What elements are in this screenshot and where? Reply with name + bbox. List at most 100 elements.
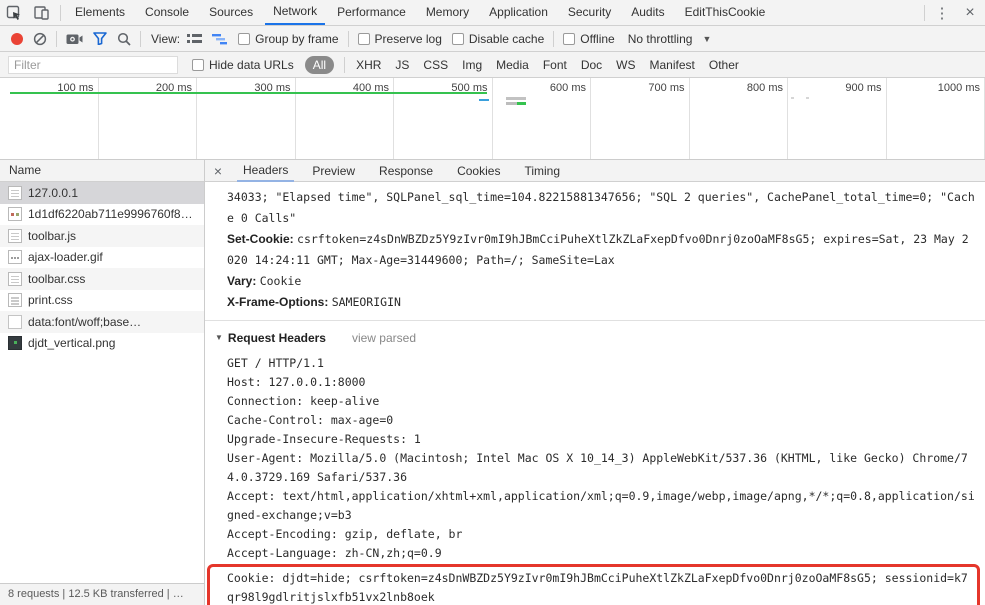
- filter-type-font[interactable]: Font: [543, 58, 567, 72]
- tab-timing[interactable]: Timing: [518, 160, 566, 182]
- tick-label: 700 ms: [591, 78, 690, 159]
- section-divider: [205, 320, 985, 321]
- group-by-frame-checkbox[interactable]: Group by frame: [238, 31, 339, 46]
- filter-type-other[interactable]: Other: [709, 58, 739, 72]
- request-row[interactable]: djdt_vertical.png: [0, 333, 204, 355]
- tab-response[interactable]: Response: [373, 160, 439, 182]
- inspect-element-icon[interactable]: [0, 0, 28, 25]
- offline-checkbox[interactable]: Offline: [563, 32, 615, 46]
- name-column-header[interactable]: Name: [0, 160, 204, 182]
- tab-editthiscookie[interactable]: EditThisCookie: [677, 0, 774, 25]
- throttling-value: No throttling: [627, 31, 693, 46]
- filter-type-css[interactable]: CSS: [423, 58, 448, 72]
- tick-label: 100 ms: [0, 78, 99, 159]
- document-icon: [8, 271, 22, 286]
- checkbox-icon: [192, 58, 204, 71]
- search-button[interactable]: [117, 32, 131, 46]
- funnel-icon: [93, 32, 107, 45]
- request-row[interactable]: ajax-loader.gif: [0, 247, 204, 269]
- device-toolbar-icon[interactable]: [28, 0, 56, 25]
- overview-request-bar: [506, 97, 526, 100]
- filter-type-media[interactable]: Media: [496, 58, 529, 72]
- record-button[interactable]: [11, 32, 23, 45]
- throttling-dropdown[interactable]: No throttling ▼: [628, 32, 712, 46]
- filter-input[interactable]: [8, 55, 178, 74]
- show-overview-toggle-button[interactable]: [212, 33, 228, 45]
- request-row[interactable]: 127.0.0.1: [0, 182, 204, 204]
- network-filter-bar: Hide data URLs All XHR JS CSS Img Media …: [0, 52, 985, 78]
- document-icon: [8, 228, 22, 243]
- overview-load-line: [10, 92, 487, 94]
- server-timing-value-overflow: 34033; "Elapsed time", SQLPanel_sql_time…: [227, 190, 975, 225]
- tab-cookies[interactable]: Cookies: [451, 160, 506, 182]
- kebab-menu-icon[interactable]: ⋮: [929, 4, 955, 22]
- clear-button[interactable]: [33, 32, 47, 46]
- list-view-icon: [187, 33, 203, 43]
- preserve-log-checkbox[interactable]: Preserve log: [357, 31, 442, 46]
- header-value: Cookie: [259, 274, 302, 288]
- hide-data-urls-checkbox[interactable]: Hide data URLs: [192, 58, 294, 72]
- tick-label: 200 ms: [99, 78, 197, 159]
- request-line: Accept-Language: zh-CN,zh;q=0.9: [227, 546, 442, 560]
- tab-preview[interactable]: Preview: [306, 160, 361, 182]
- preserve-log-label: Preserve log: [374, 31, 442, 46]
- request-name: djdt_vertical.png: [28, 336, 116, 351]
- network-main-split: Name 127.0.0.1 1d1df6220ab711e9996760f8……: [0, 160, 985, 605]
- headers-content: 34033; "Elapsed time", SQLPanel_sql_time…: [205, 182, 985, 605]
- tab-application[interactable]: Application: [481, 0, 556, 25]
- request-row[interactable]: toolbar.js: [0, 225, 204, 247]
- request-name: ajax-loader.gif: [28, 250, 103, 265]
- view-label: View:: [151, 31, 181, 46]
- header-name: Set-Cookie:: [227, 232, 294, 246]
- search-icon: [117, 32, 131, 46]
- divider: [60, 4, 61, 21]
- capture-screenshots-button[interactable]: [66, 33, 83, 45]
- filter-type-all[interactable]: All: [304, 55, 335, 74]
- image-icon: [8, 207, 22, 222]
- request-row[interactable]: data:font/woff;base…: [0, 311, 204, 333]
- close-icon[interactable]: ×: [955, 4, 985, 22]
- request-headers-section-toggle[interactable]: ▼ Request Headers view parsed: [215, 327, 975, 349]
- file-icon: [8, 314, 22, 329]
- filter-type-xhr[interactable]: XHR: [356, 58, 381, 72]
- view-parsed-link[interactable]: view parsed: [352, 327, 416, 349]
- filter-type-img[interactable]: Img: [462, 58, 482, 72]
- large-rows-toggle-button[interactable]: [187, 33, 203, 45]
- close-details-icon[interactable]: ×: [205, 163, 231, 179]
- tab-headers[interactable]: Headers: [237, 160, 295, 182]
- divider: [344, 56, 346, 73]
- filter-type-doc[interactable]: Doc: [581, 58, 602, 72]
- tab-security[interactable]: Security: [560, 0, 619, 25]
- disclosure-triangle-icon: ▼: [215, 333, 223, 342]
- tick-label: 500 ms: [394, 78, 493, 159]
- raw-request-headers: GET / HTTP/1.1 Host: 127.0.0.1:8000 Conn…: [207, 354, 980, 605]
- tab-performance[interactable]: Performance: [329, 0, 414, 25]
- request-headers-title: Request Headers: [227, 331, 326, 345]
- request-row[interactable]: toolbar.css: [0, 268, 204, 290]
- group-by-frame-label: Group by frame: [255, 31, 339, 46]
- divider: [924, 4, 925, 21]
- filter-type-ws[interactable]: WS: [616, 58, 635, 72]
- filter-type-js[interactable]: JS: [395, 58, 409, 72]
- tab-network[interactable]: Network: [265, 0, 326, 25]
- filter-type-manifest[interactable]: Manifest: [650, 58, 695, 72]
- request-row[interactable]: print.css: [0, 290, 204, 312]
- network-overview-timeline[interactable]: 100 ms 200 ms 300 ms 400 ms 500 ms 600 m…: [0, 78, 985, 160]
- tick-label: 1000 ms: [887, 78, 985, 159]
- request-line: Accept-Encoding: gzip, deflate, br: [227, 527, 463, 541]
- overview-request-dot: [806, 97, 809, 99]
- request-row[interactable]: 1d1df6220ab711e9996760f8…: [0, 204, 204, 226]
- request-name: data:font/woff;base…: [28, 314, 142, 329]
- request-name: toolbar.js: [28, 228, 77, 243]
- request-cookie-line: Cookie: djdt=hide; csrftoken=z4sDnWBZDz5…: [227, 571, 968, 604]
- tab-elements[interactable]: Elements: [67, 0, 133, 25]
- tab-memory[interactable]: Memory: [418, 0, 477, 25]
- request-list-panel: Name 127.0.0.1 1d1df6220ab711e9996760f8……: [0, 160, 205, 605]
- checkbox-icon: [451, 32, 464, 45]
- tab-sources[interactable]: Sources: [201, 0, 261, 25]
- disable-cache-checkbox[interactable]: Disable cache: [451, 32, 544, 46]
- tab-audits[interactable]: Audits: [623, 0, 672, 25]
- filter-toggle-button[interactable]: [93, 32, 107, 45]
- overview-request-dot: [791, 97, 794, 99]
- tab-console[interactable]: Console: [137, 0, 197, 25]
